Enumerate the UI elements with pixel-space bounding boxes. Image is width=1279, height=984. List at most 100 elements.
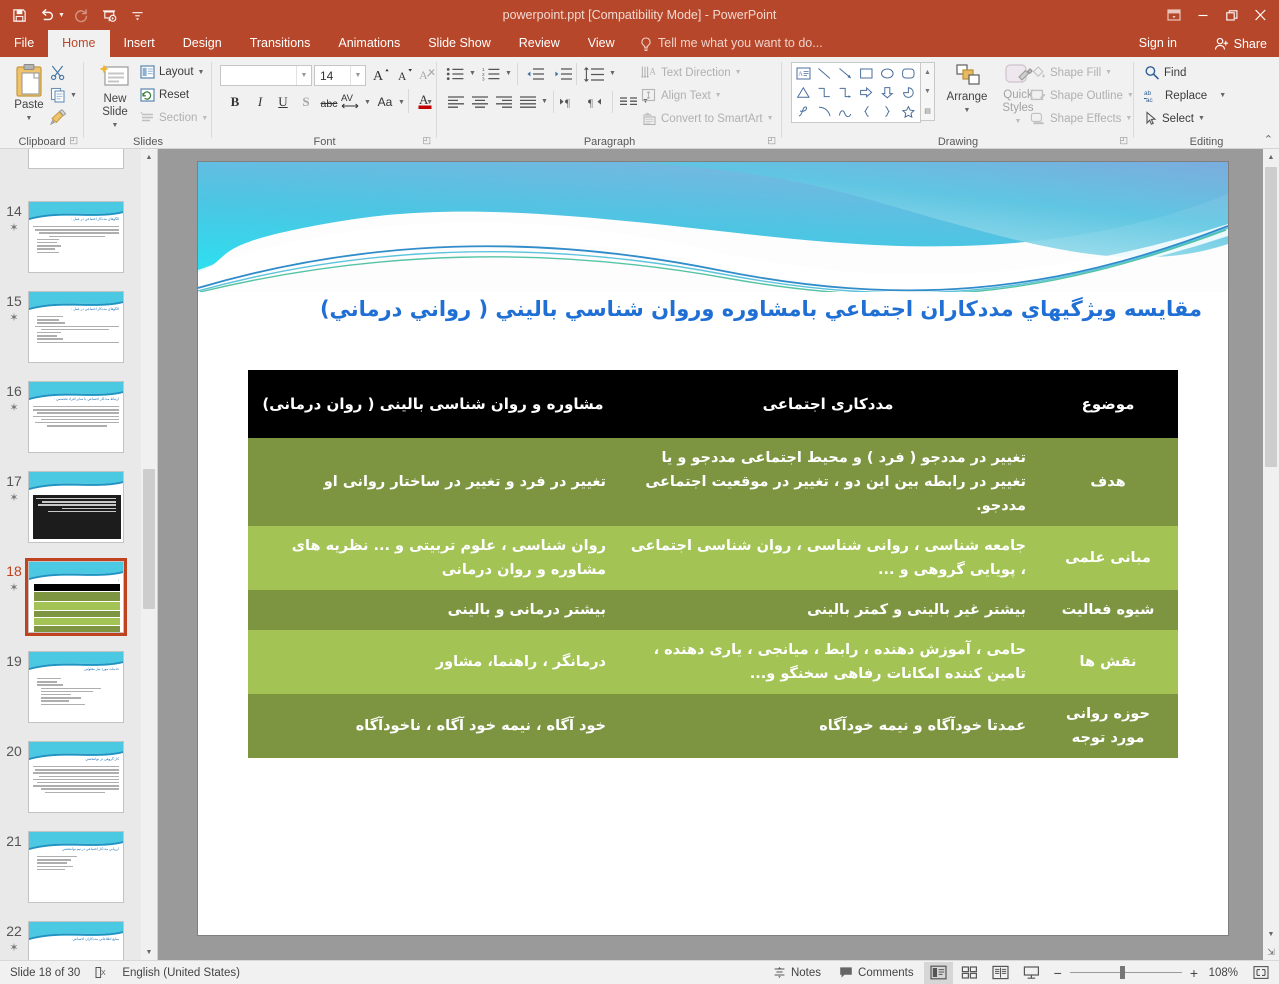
tab-home[interactable]: Home bbox=[48, 30, 110, 57]
new-slide-dropdown-icon[interactable]: ▼ bbox=[112, 119, 119, 132]
restore-icon[interactable] bbox=[1217, 1, 1246, 29]
clear-formatting-button[interactable]: A bbox=[416, 63, 438, 85]
font-name-dropdown-icon[interactable]: ▼ bbox=[296, 66, 311, 85]
shape-triangle-icon[interactable] bbox=[793, 83, 814, 102]
strikethrough-button[interactable]: abc bbox=[318, 93, 340, 115]
share-button[interactable]: Share bbox=[1206, 30, 1275, 57]
zoom-out-button[interactable]: − bbox=[1048, 962, 1068, 984]
tab-design[interactable]: Design bbox=[169, 30, 236, 57]
text-direction-dropdown-icon[interactable]: ▼ bbox=[735, 69, 742, 76]
shape-star-icon[interactable] bbox=[898, 102, 919, 121]
justify-button[interactable] bbox=[517, 91, 539, 113]
shape-curve-icon[interactable] bbox=[835, 102, 856, 121]
slide-show-view-icon[interactable] bbox=[1017, 962, 1046, 984]
shape-outline-button[interactable]: Shape Outline ▼ bbox=[1030, 88, 1134, 103]
paste-dropdown-icon[interactable]: ▼ bbox=[26, 112, 33, 125]
shape-oval-icon[interactable] bbox=[877, 64, 898, 83]
bold-button[interactable]: B bbox=[224, 91, 246, 113]
text-direction-button[interactable]: A Text Direction ▼ bbox=[641, 65, 742, 80]
slide-thumbnail[interactable]: ارزيابي مددكار اجتماعي در تيم توانبخشي bbox=[28, 831, 124, 903]
clipboard-dialog-launcher[interactable]: ◰ bbox=[69, 135, 78, 146]
tab-animations[interactable]: Animations bbox=[324, 30, 414, 57]
align-center-button[interactable] bbox=[469, 91, 491, 113]
slide-thumbnail[interactable]: خدمات مورد نياز معلولين bbox=[28, 651, 124, 723]
justify-dropdown-icon[interactable]: ▼ bbox=[541, 98, 548, 105]
decrease-font-size-button[interactable]: A bbox=[394, 63, 416, 85]
font-size-value[interactable]: 14 bbox=[315, 69, 350, 83]
slide-thumbnail[interactable]: الگوهاي مددكار اجتماعي در عمل : bbox=[28, 201, 124, 273]
bullets-button[interactable] bbox=[445, 63, 467, 85]
tab-transitions[interactable]: Transitions bbox=[236, 30, 325, 57]
font-dialog-launcher[interactable]: ◰ bbox=[422, 135, 431, 146]
zoom-slider-handle[interactable] bbox=[1119, 966, 1125, 979]
font-size-combo[interactable]: 14 ▼ bbox=[314, 65, 366, 86]
slide-editing-area[interactable]: مقايسه ويژگيهاي مددكاران اجتماعي بامشاور… bbox=[158, 149, 1263, 960]
tab-insert[interactable]: Insert bbox=[110, 30, 169, 57]
format-painter-button[interactable] bbox=[50, 109, 67, 125]
shape-right-arrow-icon[interactable] bbox=[856, 83, 877, 102]
zoom-slider[interactable] bbox=[1069, 962, 1182, 984]
ltr-text-direction-button[interactable]: ¶ bbox=[558, 91, 580, 113]
section-dropdown-icon[interactable]: ▼ bbox=[201, 115, 208, 122]
slide-area-scrollbar[interactable]: ▲ ▼ ⇲ bbox=[1263, 149, 1279, 960]
ribbon-display-options-icon[interactable] bbox=[1159, 1, 1188, 29]
font-size-dropdown-icon[interactable]: ▼ bbox=[350, 66, 365, 85]
table-row[interactable]: هدف تغییر در مددجو ( فرد ) و محیط اجتماع… bbox=[248, 438, 1178, 526]
list-item[interactable]: 17 ✶ bbox=[0, 471, 141, 543]
tab-review[interactable]: Review bbox=[505, 30, 574, 57]
spelling-icon[interactable]: X bbox=[94, 966, 108, 979]
font-color-dropdown-icon[interactable]: ▼ bbox=[426, 99, 433, 106]
scrollbar-thumb[interactable] bbox=[1265, 167, 1277, 467]
zoom-in-button[interactable]: + bbox=[1184, 962, 1204, 984]
shape-fill-button[interactable]: Shape Fill ▼ bbox=[1030, 65, 1112, 80]
shapes-scroll-up-icon[interactable]: ▲ bbox=[921, 63, 934, 82]
cut-button[interactable] bbox=[50, 65, 66, 81]
shape-down-arrow-icon[interactable] bbox=[877, 83, 898, 102]
slide-thumbnail[interactable] bbox=[28, 471, 124, 543]
replace-button[interactable]: ab ac Replace ▼ bbox=[1144, 88, 1226, 103]
list-item[interactable]: 21 ارزيابي مددكار اجتماعي در تيم توانبخش… bbox=[0, 831, 141, 903]
slide-thumbnail[interactable] bbox=[28, 149, 124, 169]
shape-arc-icon[interactable] bbox=[814, 102, 835, 121]
shapes-gallery-more-icon[interactable]: ▤ bbox=[921, 101, 934, 120]
shape-arrow-icon[interactable] bbox=[835, 64, 856, 83]
list-item[interactable]: 13 bbox=[0, 149, 141, 169]
tab-slide-show[interactable]: Slide Show bbox=[414, 30, 505, 57]
layout-button[interactable]: Layout ▼ bbox=[140, 65, 204, 79]
convert-to-smartart-button[interactable]: Convert to SmartArt ▼ bbox=[641, 111, 774, 126]
slide-sorter-view-icon[interactable] bbox=[955, 962, 984, 984]
italic-button[interactable]: I bbox=[249, 91, 271, 113]
slide-thumbnail[interactable]: ارتباط مددكار اجتماعي با ساير افراد تخصص… bbox=[28, 381, 124, 453]
decrease-indent-button[interactable] bbox=[524, 63, 546, 85]
character-spacing-button[interactable]: AV bbox=[340, 90, 362, 112]
comparison-table[interactable]: موضوع مددکاری اجتماعی مشاوره و روان شناس… bbox=[248, 370, 1178, 758]
arrange-dropdown-icon[interactable]: ▼ bbox=[964, 104, 971, 117]
numbering-button[interactable]: 123 bbox=[481, 63, 503, 85]
tab-file[interactable]: File bbox=[0, 30, 48, 57]
align-right-button[interactable] bbox=[493, 91, 515, 113]
shape-rounded-rectangle-icon[interactable] bbox=[898, 64, 919, 83]
increase-font-size-button[interactable]: A bbox=[370, 63, 392, 85]
shape-pie-icon[interactable] bbox=[898, 83, 919, 102]
shape-effects-button[interactable]: Shape Effects ▼ bbox=[1030, 111, 1132, 126]
shape-right-brace-icon[interactable] bbox=[877, 102, 898, 121]
quick-styles-dropdown-icon[interactable]: ▼ bbox=[1015, 115, 1022, 128]
slide-thumbnail[interactable]: كار گروهي در توانبخشي bbox=[28, 741, 124, 813]
section-button[interactable]: Section ▼ bbox=[140, 111, 208, 125]
normal-view-icon[interactable] bbox=[923, 961, 953, 984]
rtl-text-direction-button[interactable]: ¶ bbox=[585, 91, 607, 113]
scroll-down-icon[interactable]: ▼ bbox=[1263, 926, 1279, 942]
paste-button[interactable]: Paste ▼ bbox=[6, 63, 52, 125]
line-spacing-button[interactable] bbox=[583, 63, 605, 85]
list-item[interactable]: 19 خدمات مورد نياز معلولين bbox=[0, 651, 141, 723]
select-dropdown-icon[interactable]: ▼ bbox=[1198, 115, 1205, 122]
shapes-scroll-down-icon[interactable]: ▼ bbox=[921, 82, 934, 101]
text-shadow-button[interactable]: S bbox=[295, 91, 317, 113]
zoom-level-label[interactable]: 108% bbox=[1206, 967, 1244, 979]
slide-thumbnail[interactable]: منابع اطلاعاتي مددكاران اجتماعي bbox=[28, 921, 124, 960]
bullets-dropdown-icon[interactable]: ▼ bbox=[469, 70, 476, 77]
shape-effects-dropdown-icon[interactable]: ▼ bbox=[1125, 115, 1132, 122]
reset-button[interactable]: Reset bbox=[140, 88, 189, 102]
sign-in-button[interactable]: Sign in bbox=[1133, 30, 1183, 57]
line-spacing-dropdown-icon[interactable]: ▼ bbox=[609, 70, 616, 77]
